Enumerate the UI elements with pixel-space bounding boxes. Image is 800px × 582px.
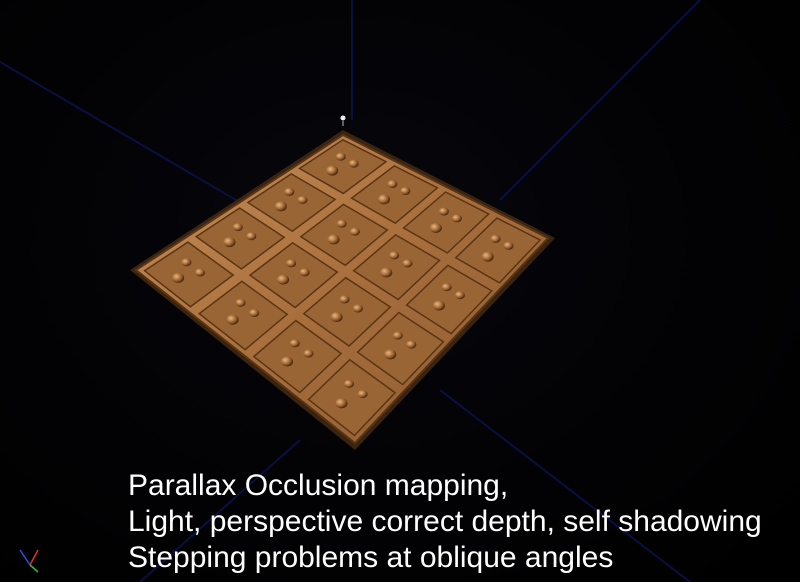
relief-bump [503, 241, 514, 250]
relief-bump [438, 207, 449, 216]
relief-bump [349, 227, 360, 236]
relief-bump [441, 283, 452, 292]
relief-bump [274, 201, 287, 212]
relief-bump [336, 219, 347, 228]
relief-bump [387, 180, 398, 189]
relief-bump [400, 187, 411, 196]
relief-bump [195, 268, 206, 277]
relief-bump [451, 214, 462, 223]
relief-bump [335, 398, 348, 409]
relief-bump [406, 340, 417, 349]
light-bulb-icon[interactable] [340, 115, 346, 127]
relief-bump [378, 194, 391, 205]
relief-bump [326, 165, 339, 176]
relief-bump [223, 237, 236, 248]
relief-bump [432, 300, 445, 311]
relief-bump [339, 295, 350, 304]
relief-bump [249, 309, 260, 318]
relief-bump [357, 390, 368, 399]
relief-bump [226, 314, 239, 325]
relief-bump [454, 291, 465, 300]
relief-bump [246, 232, 257, 241]
relief-bump [297, 195, 308, 204]
relief-bump [181, 258, 192, 267]
3d-viewport[interactable]: Parallax Occlusion mapping, Light, persp… [0, 0, 800, 582]
relief-bump [299, 268, 310, 277]
relief-bump [348, 159, 359, 168]
relief-tiles [143, 138, 542, 437]
relief-bump [352, 304, 363, 313]
relief-bump [232, 223, 243, 232]
caption-line-1: Parallax Occlusion mapping, [128, 469, 509, 502]
relief-bump [335, 152, 346, 161]
caption-line-2: Light, perspective correct depth, self s… [128, 505, 762, 538]
axis-gizmo-icon[interactable] [19, 549, 39, 573]
relief-bump [289, 339, 300, 348]
relief-bump [380, 267, 393, 278]
relief-bump [327, 234, 340, 245]
relief-bump [303, 349, 314, 358]
caption-line-3: Stepping problems at oblique angles [128, 541, 614, 574]
relief-bump [281, 356, 294, 367]
parallax-plane[interactable] [130, 130, 555, 450]
relief-bump [392, 331, 403, 340]
relief-bump [389, 251, 400, 260]
relief-bump [286, 259, 297, 268]
relief-bump [481, 251, 494, 262]
relief-bump [330, 312, 343, 323]
relief-bump [490, 234, 501, 243]
relief-bump [284, 187, 295, 196]
relief-bump [343, 379, 354, 388]
overlay-caption: Parallax Occlusion mapping, Light, persp… [128, 468, 762, 576]
relief-bump [384, 349, 397, 360]
relief-bump [402, 259, 413, 268]
relief-bump [172, 272, 185, 283]
relief-bump [429, 223, 442, 234]
relief-bump [277, 274, 290, 285]
relief-bump [235, 298, 246, 307]
